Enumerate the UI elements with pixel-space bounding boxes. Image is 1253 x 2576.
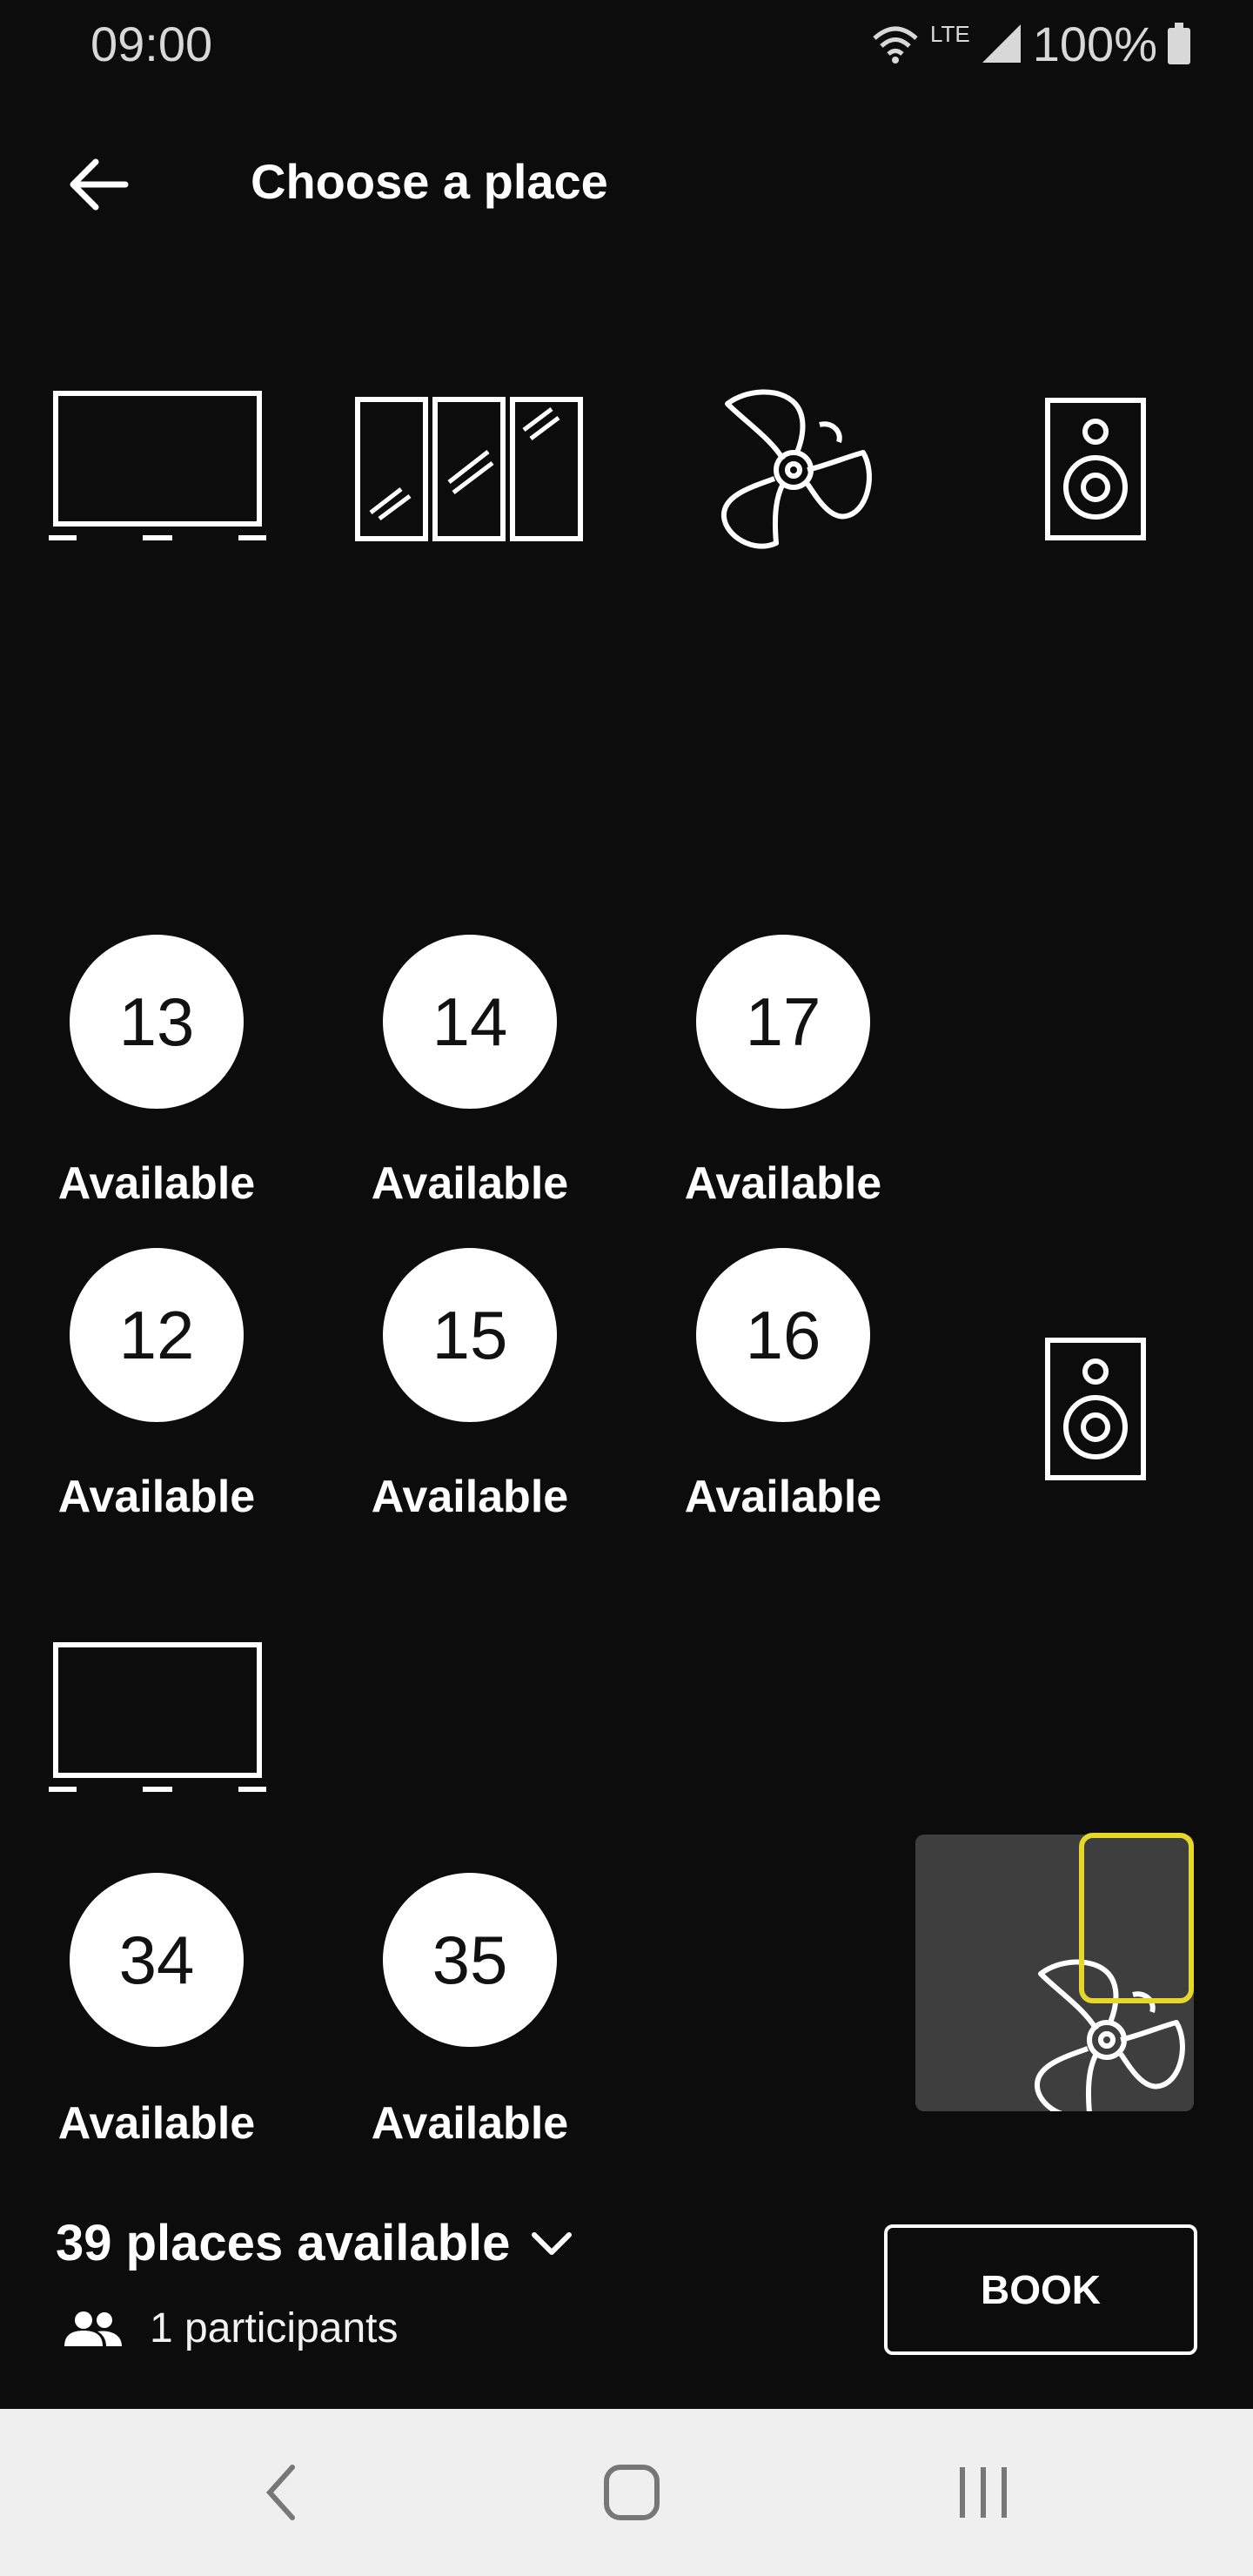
seat-34-status: Available: [57, 2098, 256, 2149]
seat-12-status: Available: [57, 1472, 256, 1522]
window-icon: [355, 397, 583, 541]
tv-icon: [49, 391, 266, 540]
nav-back-button[interactable]: [193, 2409, 367, 2576]
signal-icon: [982, 24, 1021, 63]
places-summary-toggle[interactable]: 39 places available: [56, 2214, 574, 2272]
nav-recents-button[interactable]: [896, 2409, 1070, 2576]
tv-icon: [49, 1642, 266, 1792]
battery-level: 100%: [1032, 16, 1157, 71]
wifi-icon: [873, 26, 918, 64]
chevron-down-icon: [532, 2231, 573, 2255]
seat-17[interactable]: 17: [696, 935, 870, 1109]
seat-14[interactable]: 14: [383, 935, 557, 1109]
chevron-left-icon: [265, 2465, 295, 2520]
seat-17-status: Available: [684, 1158, 882, 1209]
speaker-icon: [1045, 398, 1146, 540]
seat-15-status: Available: [371, 1472, 569, 1522]
book-button[interactable]: BOOK: [884, 2224, 1197, 2355]
page-title: Choose a place: [251, 154, 608, 209]
participants-label: 1 participants: [150, 2305, 399, 2351]
status-indicators: LTE 100%: [869, 16, 1192, 71]
seat-15[interactable]: 15: [383, 1248, 557, 1422]
network-type: LTE: [930, 21, 970, 47]
seat-12[interactable]: 12: [70, 1248, 244, 1422]
speaker-icon: [1045, 1338, 1146, 1480]
nav-home-button[interactable]: [545, 2409, 719, 2576]
navigation-bar: [0, 2409, 1253, 2576]
seat-16[interactable]: 16: [696, 1248, 870, 1422]
battery-icon: [1168, 23, 1190, 64]
seat-34[interactable]: 34: [70, 1873, 244, 2047]
seat-35-status: Available: [371, 2098, 569, 2149]
seat-16-status: Available: [684, 1472, 882, 1522]
seat-35[interactable]: 35: [383, 1873, 557, 2047]
participants-row[interactable]: 1 participants: [63, 2304, 399, 2352]
back-button[interactable]: [52, 139, 143, 230]
people-icon: [64, 2311, 122, 2346]
seat-13[interactable]: 13: [70, 935, 244, 1109]
arrow-left-icon: [70, 158, 129, 211]
home-square-icon: [604, 2465, 660, 2520]
places-available-label: 39 places available: [56, 2215, 511, 2271]
fan-icon: [720, 389, 872, 549]
seat-14-status: Available: [371, 1158, 569, 1209]
recents-icon: [960, 2467, 1007, 2518]
seat-13-status: Available: [57, 1158, 256, 1209]
minimap-viewport[interactable]: [1079, 1833, 1194, 2003]
status-time: 09:00: [90, 17, 213, 71]
